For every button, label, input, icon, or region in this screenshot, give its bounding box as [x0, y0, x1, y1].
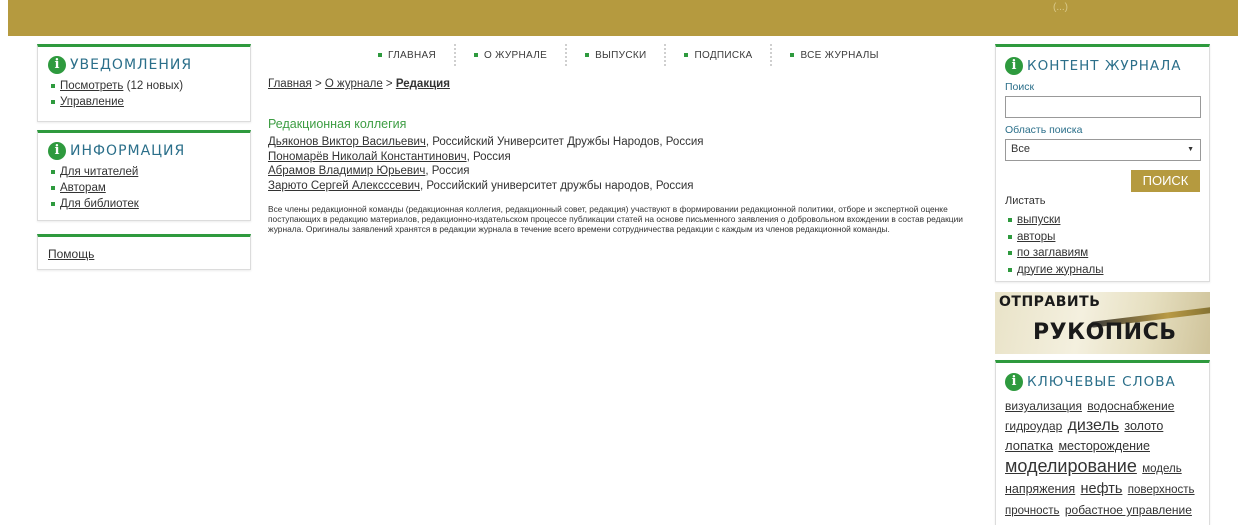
info-icon: i	[1005, 373, 1023, 391]
keyword-tag[interactable]: гидроудар	[1005, 419, 1062, 433]
browse-link-issues[interactable]: выпуски	[1017, 214, 1060, 226]
keyword-tag[interactable]: робастное управление	[1065, 503, 1192, 517]
info-link-authors[interactable]: Авторам	[60, 182, 106, 194]
browse-link-titles[interactable]: по заглавиям	[1017, 247, 1088, 259]
browse-item: авторы	[1005, 229, 1104, 246]
keyword-tag[interactable]: прочность	[1005, 505, 1060, 517]
keyword-tag[interactable]: моделирование	[1005, 456, 1137, 476]
search-scope-select[interactable]: Все ▼	[1005, 139, 1201, 161]
keyword-tag[interactable]: нефть	[1081, 481, 1123, 497]
editor-affiliation: , Российский университет дружбы народов,…	[420, 179, 694, 192]
editor-affiliation: , Российский Университет Дружбы Народов,…	[425, 136, 704, 148]
breadcrumb-about[interactable]: О журнале	[325, 78, 383, 90]
keyword-tag[interactable]: модель	[1142, 463, 1181, 475]
notifications-manage-item: Управление	[48, 94, 240, 110]
editor-affiliation: , Россия	[425, 165, 470, 177]
editor-row: Пономарёв Николай Константинович, Россия	[268, 150, 703, 165]
info-item-libraries: Для библиотек	[48, 196, 240, 212]
section-title: Редакционная коллегия	[268, 117, 407, 131]
notifications-title: УВЕДОМЛЕНИЯ	[70, 57, 193, 73]
search-scope-label: Область поиска	[1005, 124, 1083, 136]
info-link-readers[interactable]: Для читателей	[60, 166, 138, 178]
help-link[interactable]: Помощь	[48, 247, 94, 261]
keyword-tag[interactable]: водоснабжение	[1087, 399, 1174, 413]
nav-item-issues[interactable]: ВЫПУСКИ	[567, 50, 664, 61]
information-title: ИНФОРМАЦИЯ	[70, 143, 186, 159]
information-panel: i ИНФОРМАЦИЯ Для читателей Авторам Для би…	[37, 130, 251, 221]
header-corner-text: (...)	[1053, 2, 1068, 13]
info-icon: i	[48, 142, 66, 160]
editors-list: Дьяконов Виктор Васильевич, Российский У…	[268, 135, 703, 193]
browse-label: Листать	[1005, 195, 1046, 207]
editor-row: Абрамов Владимир Юрьевич, Россия	[268, 164, 703, 179]
keyword-tag[interactable]: лопатка	[1005, 438, 1053, 453]
info-icon: i	[48, 56, 66, 74]
submit-banner-line1: ОТПРАВИТЬ	[999, 294, 1101, 310]
breadcrumb-sep: >	[382, 78, 396, 90]
keywords-title: КЛЮЧЕВЫЕ СЛОВА	[1027, 374, 1176, 390]
keyword-tag[interactable]: визуализация	[1005, 399, 1082, 413]
browse-item: по заглавиям	[1005, 245, 1104, 262]
keyword-tag[interactable]: напряжения	[1005, 482, 1075, 496]
notifications-view-item: Посмотреть (12 новых)	[48, 78, 240, 94]
keyword-cloud: визуализация водоснабжение гидроудар диз…	[1005, 396, 1200, 521]
notifications-view-link[interactable]: Посмотреть	[60, 80, 123, 92]
header-band: (...)	[8, 0, 1238, 36]
info-link-libraries[interactable]: Для библиотек	[60, 198, 139, 210]
submit-banner-line2: РУКОПИСЬ	[1033, 320, 1177, 345]
browse-link-other-journals[interactable]: другие журналы	[1017, 264, 1104, 276]
search-label: Поиск	[1005, 81, 1035, 93]
help-panel: Помощь	[37, 234, 251, 270]
notifications-count: (12 новых)	[126, 80, 184, 92]
search-scope-value: Все	[1011, 143, 1030, 155]
submit-manuscript-banner[interactable]: ОТПРАВИТЬ РУКОПИСЬ	[995, 292, 1210, 354]
info-item-authors: Авторам	[48, 180, 240, 196]
editor-row: Дьяконов Виктор Васильевич, Российский У…	[268, 135, 703, 150]
keyword-tag[interactable]: дизель	[1068, 417, 1119, 434]
browse-item: выпуски	[1005, 212, 1104, 229]
keyword-tag[interactable]: золото	[1124, 419, 1163, 433]
browse-item: другие журналы	[1005, 262, 1104, 279]
editor-name-link[interactable]: Абрамов Владимир Юрьевич	[268, 165, 425, 177]
keyword-tag[interactable]: поверхность	[1128, 484, 1195, 496]
info-item-readers: Для читателей	[48, 164, 240, 180]
editor-affiliation: , Россия	[466, 150, 511, 163]
breadcrumb-home[interactable]: Главная	[268, 78, 312, 90]
browse-list: выпуски авторы по заглавиям другие журна…	[1005, 212, 1104, 278]
editor-name-link[interactable]: Пономарёв Николай Константинович	[268, 151, 467, 163]
nav-item-subscription[interactable]: ПОДПИСКА	[666, 50, 770, 61]
browse-link-authors[interactable]: авторы	[1017, 231, 1055, 243]
info-icon: i	[1005, 57, 1023, 75]
search-input[interactable]	[1005, 96, 1201, 118]
nav-item-all-journals[interactable]: ВСЕ ЖУРНАЛЫ	[772, 50, 896, 61]
notifications-panel: i УВЕДОМЛЕНИЯ Посмотреть (12 новых) Управ…	[37, 44, 251, 122]
journal-content-title: КОНТЕНТ ЖУРНАЛА	[1027, 58, 1182, 74]
editor-name-link[interactable]: Зарюто Сергей Алексссевич	[268, 180, 420, 192]
breadcrumb: Главная > О журнале > Редакция	[268, 78, 450, 90]
breadcrumb-sep: >	[311, 78, 325, 90]
chevron-down-icon: ▼	[1187, 146, 1194, 153]
journal-content-panel: i КОНТЕНТ ЖУРНАЛА Поиск Область поиска Вс…	[995, 44, 1210, 282]
nav-item-home[interactable]: ГЛАВНАЯ	[360, 50, 454, 61]
editor-row: Зарюто Сергей Алексссевич, Российский ун…	[268, 179, 703, 194]
keyword-tag[interactable]: месторождение	[1058, 439, 1150, 453]
top-navigation: ГЛАВНАЯ О ЖУРНАЛЕ ВЫПУСКИ ПОДПИСКА ВСЕ Ж…	[360, 44, 897, 66]
nav-item-about[interactable]: О ЖУРНАЛЕ	[456, 50, 565, 61]
editorial-paragraph: Все члены редакционной команды (редакцио…	[268, 204, 963, 235]
breadcrumb-current[interactable]: Редакция	[396, 78, 450, 90]
keywords-panel: i КЛЮЧЕВЫЕ СЛОВА визуализация водоснабжен…	[995, 360, 1210, 525]
editor-name-link[interactable]: Дьяконов Виктор Васильевич	[268, 136, 426, 148]
notifications-manage-link[interactable]: Управление	[60, 96, 124, 108]
search-button[interactable]: ПОИСК	[1131, 170, 1200, 192]
